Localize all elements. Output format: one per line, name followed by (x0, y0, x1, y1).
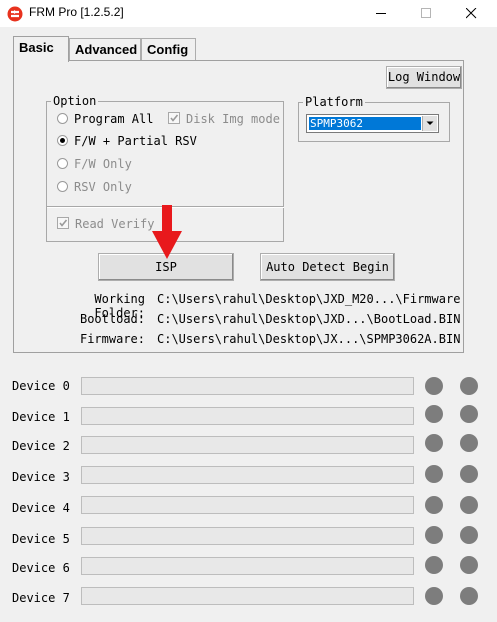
status-led-icon (460, 465, 478, 483)
device-label: Device 5 (12, 532, 70, 546)
checkbox-checked-icon (57, 217, 69, 229)
status-led-icon (460, 377, 478, 395)
device-progress-bar (81, 527, 414, 545)
device-label: Device 0 (12, 379, 70, 393)
dropdown-button[interactable] (422, 116, 437, 131)
close-button[interactable] (449, 0, 494, 27)
status-led-icon (425, 556, 443, 574)
bootload-label: Bootload: (79, 312, 145, 326)
status-led-icon (460, 405, 478, 423)
log-window-button[interactable]: Log Window (386, 66, 462, 89)
status-led-icon (425, 377, 443, 395)
radio-circle-icon (57, 113, 68, 124)
tab-advanced[interactable]: Advanced (69, 38, 141, 60)
device-label: Device 3 (12, 470, 70, 484)
maximize-icon (421, 8, 431, 18)
status-led-icon (425, 496, 443, 514)
device-label: Device 4 (12, 501, 70, 515)
tab-config[interactable]: Config (141, 38, 196, 60)
read-verify-checkbox[interactable]: Read Verify (57, 217, 154, 235)
status-led-icon (425, 587, 443, 605)
status-led-icon (460, 556, 478, 574)
device-progress-bar (81, 377, 414, 395)
status-led-icon (460, 434, 478, 452)
status-led-icon (425, 465, 443, 483)
red-arrow-annotation-icon (152, 205, 182, 259)
app-logo-icon (7, 6, 23, 22)
read-verify-label: Read Verify (75, 217, 155, 231)
bootload-value: C:\Users\rahul\Desktop\JXD...\BootLoad.B… (157, 312, 461, 326)
checkbox-checked-icon (168, 112, 180, 124)
option-group-legend: Option (53, 94, 97, 108)
device-progress-bar (81, 557, 414, 575)
status-led-icon (425, 434, 443, 452)
chevron-down-icon (426, 121, 434, 125)
radio-selected-icon (57, 135, 68, 146)
working-folder-value: C:\Users\rahul\Desktop\JXD_M20...\Firmwa… (157, 292, 461, 306)
window-title: FRM Pro [1.2.5.2] (29, 5, 124, 19)
close-icon (466, 8, 477, 19)
title-bar: FRM Pro [1.2.5.2] (0, 0, 497, 27)
platform-group-legend: Platform (305, 95, 363, 109)
radio-circle-icon (57, 181, 68, 192)
device-label: Device 2 (12, 439, 70, 453)
program-all-radio[interactable]: Program All (57, 112, 153, 130)
platform-select[interactable]: SPMP3062 (306, 114, 439, 133)
disk-img-mode-label: Disk Img mode (186, 112, 280, 126)
device-progress-bar (81, 436, 414, 454)
rsv-only-label: RSV Only (74, 180, 132, 194)
program-all-label: Program All (74, 112, 154, 126)
maximize-button[interactable] (404, 0, 449, 27)
firmware-label: Firmware: (79, 332, 145, 346)
status-led-icon (425, 526, 443, 544)
minimize-icon (376, 13, 386, 14)
firmware-value: C:\Users\rahul\Desktop\JX...\SPMP3062A.B… (157, 332, 461, 346)
status-led-icon (460, 587, 478, 605)
rsv-only-radio[interactable]: RSV Only (57, 180, 132, 198)
fw-only-radio[interactable]: F/W Only (57, 157, 132, 175)
disk-img-mode-checkbox[interactable]: Disk Img mode (168, 112, 280, 130)
status-led-icon (460, 526, 478, 544)
device-progress-bar (81, 407, 414, 425)
device-progress-bar (81, 587, 414, 605)
device-label: Device 7 (12, 591, 70, 605)
platform-selected-value: SPMP3062 (309, 117, 421, 130)
fw-partial-rsv-label: F/W + Partial RSV (74, 134, 197, 148)
fw-partial-rsv-radio[interactable]: F/W + Partial RSV (57, 134, 197, 152)
device-progress-bar (81, 496, 414, 514)
tab-basic[interactable]: Basic (13, 36, 69, 62)
auto-detect-begin-button[interactable]: Auto Detect Begin (260, 253, 395, 281)
basic-tab-panel: Log Window Option Program All Disk Img m… (13, 60, 464, 353)
radio-circle-icon (57, 158, 68, 169)
status-led-icon (460, 496, 478, 514)
status-led-icon (425, 405, 443, 423)
minimize-button[interactable] (359, 0, 404, 27)
fw-only-label: F/W Only (74, 157, 132, 171)
device-label: Device 6 (12, 561, 70, 575)
device-label: Device 1 (12, 410, 70, 424)
device-progress-bar (81, 466, 414, 484)
